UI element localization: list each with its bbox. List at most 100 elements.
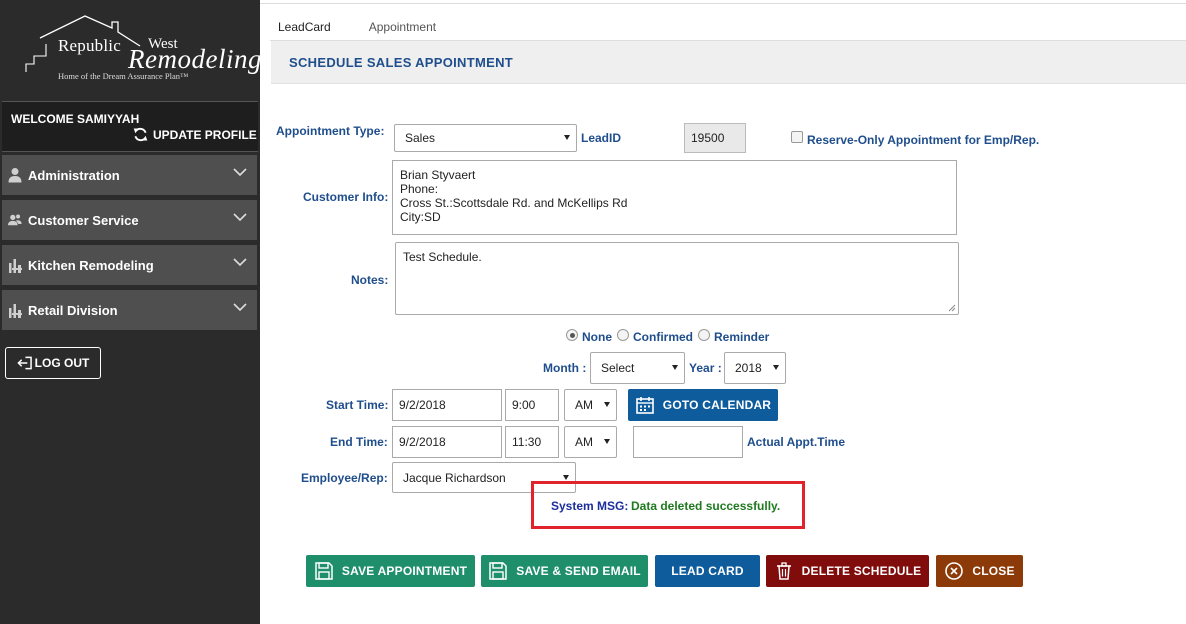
logout-label: LOG OUT	[34, 356, 90, 370]
calendar-icon	[635, 397, 654, 414]
customer-info-line: Cross St.:Scottsdale Rd. and McKellips R…	[400, 196, 628, 210]
dropdown-arrow-icon	[563, 474, 569, 480]
employee-value: Jacque Richardson	[403, 470, 506, 485]
year-value: 2018	[735, 361, 762, 375]
page-title: SCHEDULE SALES APPOINTMENT	[289, 55, 514, 70]
tab-leadcard[interactable]: LeadCard	[278, 20, 331, 34]
sidebar-item-label: Kitchen Remodeling	[28, 257, 154, 273]
sidebar-item-label: Customer Service	[28, 212, 139, 228]
start-time-label: Start Time:	[326, 398, 389, 412]
close-button[interactable]: CLOSE	[936, 555, 1023, 587]
system-message-box: System MSG: Data deleted successfully.	[531, 481, 805, 529]
status-label-reminder: Reminder	[714, 330, 770, 344]
section-header: SCHEDULE SALES APPOINTMENT	[271, 41, 1186, 84]
delete-schedule-button[interactable]: DELETE SCHEDULE	[766, 555, 929, 587]
status-radio-none[interactable]	[566, 329, 578, 341]
dropdown-arrow-icon	[672, 365, 678, 370]
status-label-none: None	[582, 330, 612, 344]
start-ampm-value: AM	[575, 398, 593, 412]
floppy-disk-icon	[315, 562, 333, 580]
brand-tagline: Home of the Dream Assurance Plan™	[58, 71, 189, 81]
chevron-down-icon	[233, 258, 247, 267]
chevron-down-icon	[233, 303, 247, 312]
top-divider	[260, 3, 1186, 4]
goto-calendar-button[interactable]: GOTO CALENDAR	[628, 389, 778, 421]
sidebar-item-kitchen-remodeling[interactable]: Kitchen Remodeling	[2, 245, 257, 285]
sidebar-item-retail-division[interactable]: Retail Division	[2, 290, 257, 330]
reserve-only-checkbox[interactable]	[791, 131, 803, 143]
end-ampm-select[interactable]: AM	[564, 426, 617, 458]
logout-button[interactable]: LOG OUT	[5, 347, 101, 379]
sidebar-item-customer-service[interactable]: Customer Service	[2, 200, 257, 240]
end-time-input[interactable]: 11:30	[505, 426, 559, 458]
chevron-down-icon	[233, 168, 247, 177]
dropdown-arrow-icon	[564, 135, 570, 140]
welcome-text: WELCOME SAMIYYAH	[11, 112, 140, 126]
dropdown-arrow-icon	[604, 439, 610, 444]
end-time-value: 11:30	[512, 435, 542, 449]
sidebar-item-label: Retail Division	[28, 302, 118, 318]
chevron-down-icon	[233, 213, 247, 222]
start-ampm-select[interactable]: AM	[564, 389, 617, 421]
month-select[interactable]: Select	[590, 352, 685, 384]
notes-value: Test Schedule.	[403, 250, 482, 264]
appointment-type-label: Appointment Type:	[276, 124, 385, 138]
user-icon	[8, 168, 22, 183]
start-time-input[interactable]: 9:00	[505, 389, 559, 421]
trash-icon	[776, 562, 791, 580]
lead-card-button[interactable]: LEAD CARD	[655, 555, 760, 587]
save-appointment-button[interactable]: SAVE APPOINTMENT	[306, 555, 475, 587]
customer-info-line: Phone:	[400, 182, 439, 196]
end-time-label: End Time:	[330, 435, 388, 449]
update-profile-label: UPDATE PROFILE	[153, 127, 257, 142]
update-profile-link[interactable]: UPDATE PROFILE	[132, 126, 257, 143]
company-logo[interactable]: Republic West Remodeling Home of the Dre…	[0, 0, 261, 100]
tools-icon	[9, 259, 22, 273]
notes-field[interactable]: Test Schedule.	[395, 242, 959, 315]
customer-info-label: Customer Info:	[303, 190, 389, 204]
dropdown-arrow-icon	[773, 365, 779, 370]
year-label: Year :	[689, 361, 722, 375]
save-appointment-label: SAVE APPOINTMENT	[341, 564, 468, 578]
status-label-confirmed: Confirmed	[633, 330, 693, 344]
appointment-type-select[interactable]: Sales	[394, 124, 577, 152]
status-radio-reminder[interactable]	[698, 329, 710, 341]
leadid-value: 19500	[691, 131, 725, 145]
end-date-value: 9/2/2018	[399, 435, 446, 449]
close-label: CLOSE	[972, 564, 1015, 578]
save-send-email-label: SAVE & SEND EMAIL	[516, 564, 641, 578]
save-send-email-button[interactable]: SAVE & SEND EMAIL	[481, 555, 648, 587]
leadid-field: 19500	[684, 123, 746, 153]
notes-label: Notes:	[351, 273, 389, 287]
goto-calendar-label: GOTO CALENDAR	[662, 398, 772, 412]
employee-label: Employee/Rep:	[301, 471, 388, 485]
customer-info-field[interactable]: Brian Styvaert Phone: Cross St.:Scottsda…	[392, 160, 957, 235]
actual-appt-time-label: Actual Appt.Time	[747, 435, 846, 449]
refresh-icon	[133, 127, 148, 142]
customer-info-line: Brian Styvaert	[400, 168, 476, 182]
system-message-text: Data deleted successfully.	[631, 499, 781, 513]
dropdown-arrow-icon	[604, 402, 610, 407]
sidebar: Republic West Remodeling Home of the Dre…	[0, 0, 261, 624]
sidebar-item-label: Administration	[28, 167, 120, 183]
appointment-type-value: Sales	[405, 131, 436, 145]
leadid-label: LeadID	[581, 131, 622, 145]
floppy-disk-icon	[489, 562, 507, 580]
reserve-only-label: Reserve-Only Appointment for Emp/Rep.	[807, 133, 1040, 147]
start-date-value: 9/2/2018	[399, 398, 446, 412]
end-ampm-value: AM	[575, 435, 593, 449]
year-select[interactable]: 2018	[724, 352, 786, 384]
resize-grip-icon[interactable]	[948, 304, 956, 312]
tab-appointment[interactable]: Appointment	[369, 20, 436, 34]
month-label: Month :	[543, 361, 587, 375]
users-icon	[8, 214, 22, 226]
start-time-value: 9:00	[512, 398, 536, 412]
brand-name-part1: Republic	[58, 36, 121, 55]
welcome-panel: WELCOME SAMIYYAH UPDATE PROFILE	[2, 101, 258, 152]
status-radio-confirmed[interactable]	[617, 329, 629, 341]
end-date-input[interactable]: 9/2/2018	[392, 426, 502, 458]
actual-appt-time-input[interactable]	[633, 426, 743, 458]
start-date-input[interactable]: 9/2/2018	[392, 389, 502, 421]
lead-card-label: LEAD CARD	[671, 564, 744, 578]
sidebar-item-administration[interactable]: Administration	[2, 155, 257, 195]
